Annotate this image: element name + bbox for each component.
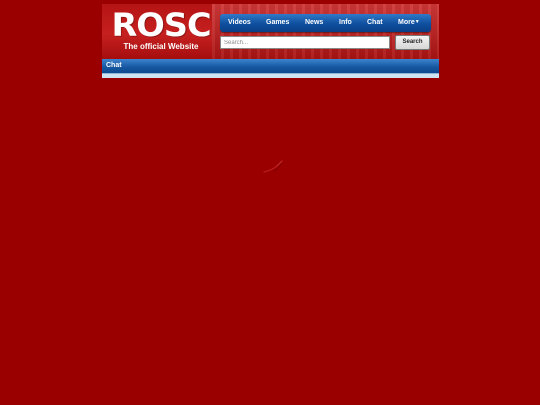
main-nav: Videos Games News Info Chat More▼	[220, 14, 431, 32]
nav-item-games[interactable]: Games	[266, 14, 289, 32]
section-header-bar: Chat	[102, 59, 439, 73]
search-button[interactable]: Search	[395, 35, 430, 50]
nav-item-more[interactable]: More▼	[398, 14, 420, 32]
logo-text: ROSC	[111, 6, 211, 44]
loading-spinner-icon	[263, 160, 283, 173]
site-logo[interactable]: ROSC The official Website	[107, 9, 215, 57]
nav-item-more-label: More	[398, 19, 415, 26]
chevron-down-icon: ▼	[414, 19, 420, 25]
section-title: Chat	[106, 62, 122, 69]
nav-item-chat[interactable]: Chat	[367, 14, 383, 32]
site-frame: ROSC The official Website Videos Games N…	[102, 4, 439, 78]
nav-item-info[interactable]: Info	[339, 14, 352, 32]
search-input[interactable]	[220, 36, 390, 49]
nav-item-news[interactable]: News	[305, 14, 323, 32]
chat-content-area	[102, 73, 439, 78]
site-header: ROSC The official Website Videos Games N…	[102, 4, 439, 59]
nav-item-videos[interactable]: Videos	[228, 14, 251, 32]
